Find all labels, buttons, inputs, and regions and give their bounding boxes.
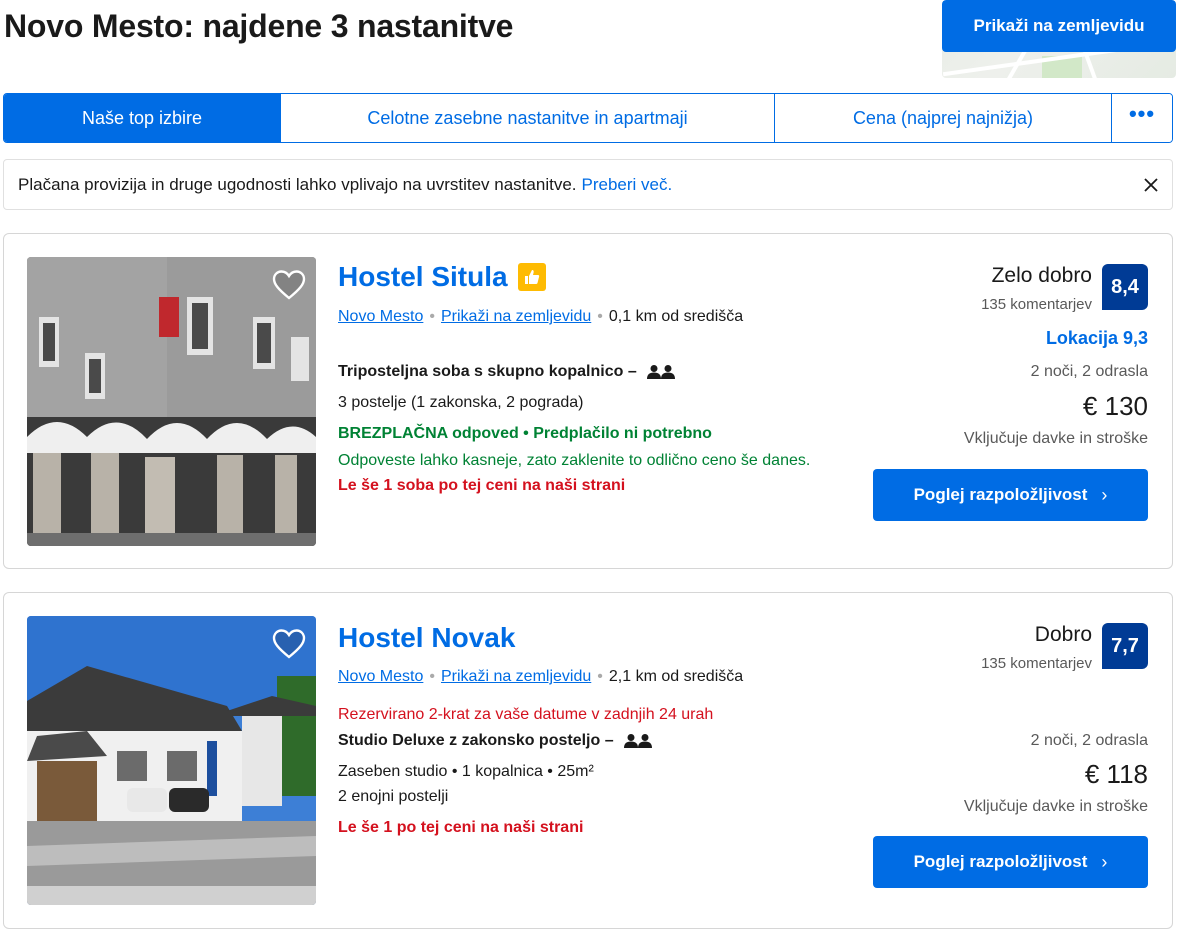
location-line: Novo Mesto • Prikaži na zemljevidu • 0,1… — [338, 308, 743, 326]
review-count[interactable]: 135 komentarjev — [981, 655, 1092, 672]
people-icon — [647, 364, 676, 379]
scarcity-message: Le še 1 po tej ceni na naši strani — [338, 819, 584, 836]
property-name[interactable]: Hostel Novak — [338, 622, 515, 654]
tab-top-picks[interactable]: Naše top izbire — [4, 94, 281, 142]
city-link[interactable]: Novo Mesto — [338, 308, 423, 326]
review-score[interactable]: 8,4 — [1102, 264, 1148, 310]
review-score[interactable]: 7,7 — [1102, 623, 1148, 669]
scarcity-message: Le še 1 soba po tej ceni na naši strani — [338, 477, 626, 494]
button-label: Poglej razpoložljivost — [913, 852, 1088, 871]
property-card: Hostel Situla Novo Mesto • Prikaži na ze… — [3, 233, 1173, 569]
separator: • — [597, 668, 603, 685]
rating-word: Dobro — [1034, 623, 1092, 646]
taxes-note: Vključuje davke in stroške — [963, 430, 1148, 447]
cancellation-note: Odpoveste lahko kasneje, zato zaklenite … — [338, 452, 811, 469]
distance: 2,1 km od središča — [608, 668, 744, 685]
property-photo[interactable] — [27, 616, 316, 905]
heart-icon[interactable] — [272, 269, 306, 303]
unit-details: Zaseben studio • 1 kopalnica • 25m² — [338, 763, 594, 780]
map-preview[interactable]: Prikaži na zemljevidu — [942, 0, 1176, 78]
heart-icon[interactable] — [272, 628, 306, 662]
property-name[interactable]: Hostel Situla — [338, 261, 546, 293]
read-more-link[interactable]: Preberi več. — [582, 175, 673, 195]
show-on-map-link[interactable]: Prikaži na zemljevidu — [441, 668, 591, 686]
thumbs-up-icon — [517, 263, 546, 291]
chevron-right-icon: › — [1101, 484, 1108, 505]
room-type-text: Studio Deluxe z zakonsko posteljo — [338, 732, 601, 749]
separator: • — [429, 668, 435, 685]
beds: 2 enojni postelji — [338, 788, 449, 805]
people-icon — [624, 733, 653, 748]
see-availability-button[interactable]: Poglej razpoložljivost › — [873, 469, 1148, 521]
more-options-button[interactable]: ••• — [1112, 94, 1172, 142]
taxes-note: Vključuje davke in stroške — [963, 798, 1148, 815]
ranking-notice: Plačana provizija in druge ugodnosti lah… — [3, 159, 1173, 210]
close-icon[interactable] — [1140, 174, 1162, 196]
tab-entire-homes[interactable]: Celotne zasebne nastanitve in apartmaji — [281, 94, 775, 142]
button-label: Poglej razpoložljivost — [913, 485, 1088, 504]
property-photo[interactable] — [27, 257, 316, 546]
room-type: Studio Deluxe z zakonsko posteljo – — [338, 732, 653, 750]
free-cancellation: BREZPLAČNA odpoved • Predplačilo ni potr… — [338, 425, 712, 442]
location-score: Lokacija 9,3 — [1045, 328, 1148, 348]
distance: 0,1 km od središča — [608, 308, 744, 325]
notice-text: Plačana provizija in druge ugodnosti lah… — [18, 174, 577, 194]
show-on-map-link[interactable]: Prikaži na zemljevidu — [441, 308, 591, 326]
page-title: Novo Mesto: najdene 3 nastanitve — [4, 8, 514, 44]
stay-length: 2 noči, 2 odrasla — [1030, 363, 1148, 380]
review-count[interactable]: 135 komentarjev — [981, 296, 1092, 313]
chevron-right-icon: › — [1101, 851, 1108, 872]
separator: • — [429, 308, 435, 325]
city-link[interactable]: Novo Mesto — [338, 668, 423, 686]
property-card: Hostel Novak Novo Mesto • Prikaži na zem… — [3, 592, 1173, 929]
property-name-text: Hostel Situla — [338, 261, 508, 292]
separator: • — [597, 308, 603, 325]
stay-length: 2 noči, 2 odrasla — [1030, 732, 1148, 749]
sort-tabs: Naše top izbire Celotne zasebne nastanit… — [3, 93, 1173, 143]
tab-price-lowest[interactable]: Cena (najprej najnižja) — [775, 94, 1112, 142]
location-line: Novo Mesto • Prikaži na zemljevidu • 2,1… — [338, 668, 743, 686]
dash: – — [604, 732, 614, 749]
dash: – — [627, 363, 637, 380]
more-dots-icon: ••• — [1128, 101, 1156, 126]
recent-bookings: Rezervirano 2-krat za vaše datume v zadn… — [338, 706, 714, 723]
rating-word: Zelo dobro — [991, 264, 1092, 287]
see-availability-button[interactable]: Poglej razpoložljivost › — [873, 836, 1148, 888]
price: € 118 — [1084, 759, 1148, 789]
room-type-text: Triposteljna soba s skupno kopalnico — [338, 363, 624, 380]
price: € 130 — [1082, 391, 1148, 421]
show-on-map-button[interactable]: Prikaži na zemljevidu — [942, 0, 1176, 52]
property-name-text: Hostel Novak — [338, 622, 516, 653]
beds: 3 postelje (1 zakonska, 2 pograda) — [338, 394, 584, 411]
room-type: Triposteljna soba s skupno kopalnico – — [338, 363, 676, 381]
